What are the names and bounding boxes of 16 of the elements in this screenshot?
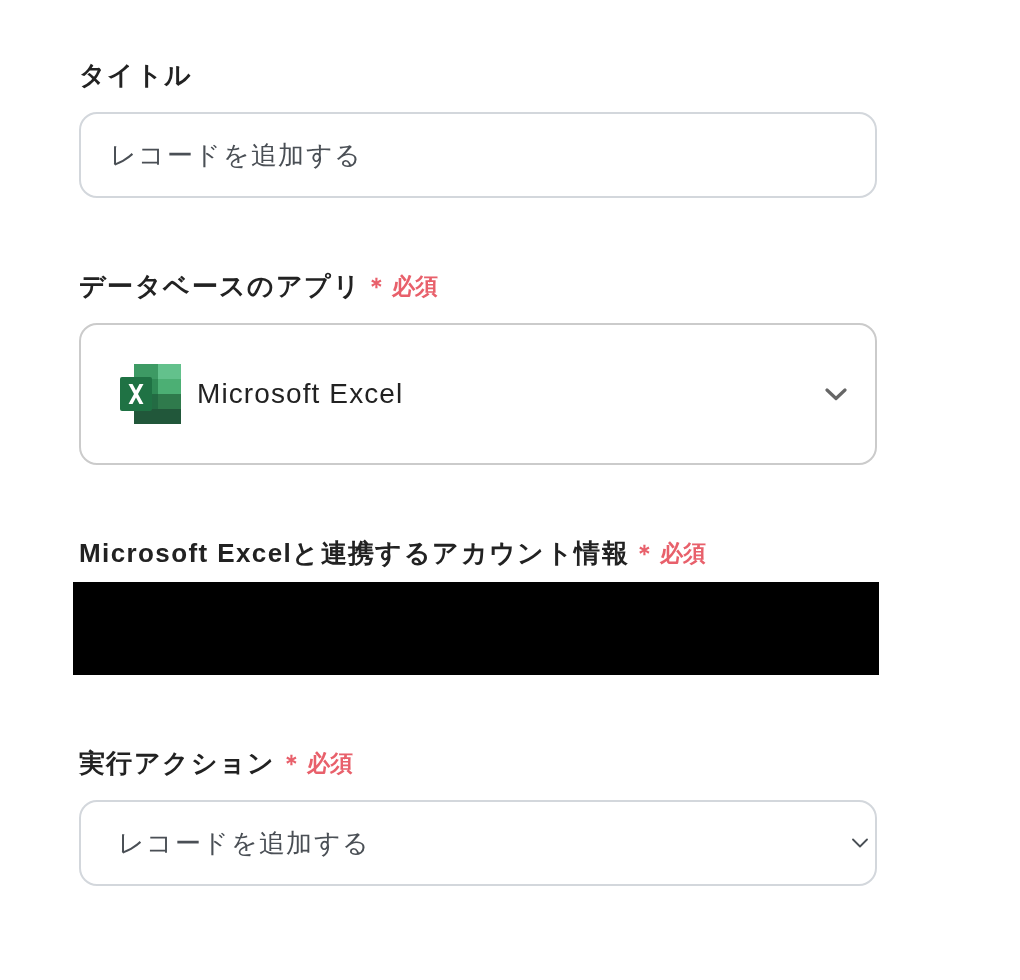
required-tag: 必須 xyxy=(392,269,438,303)
action-select[interactable]: レコードを追加する xyxy=(79,800,877,886)
field-label: タイトル xyxy=(79,59,193,92)
required-asterisk: ＊ xyxy=(632,539,656,568)
app-select[interactable]: Microsoft Excel xyxy=(79,323,877,465)
required-asterisk: ＊ xyxy=(365,272,388,301)
field-label: Microsoft Excelと連携するアカウント情報 xyxy=(79,537,629,570)
required-tag: 必須 xyxy=(306,746,353,780)
spreadsheet-logo-icon xyxy=(120,364,181,424)
field-label: データベースのアプリ xyxy=(79,270,361,303)
required-asterisk: ＊ xyxy=(279,749,303,778)
field-label: 実行アクション xyxy=(79,747,276,780)
title-input[interactable]: レコードを追加する xyxy=(79,112,877,198)
chevron-down-icon xyxy=(825,387,847,401)
chevron-down-icon xyxy=(852,838,868,848)
required-tag: 必須 xyxy=(659,536,706,570)
